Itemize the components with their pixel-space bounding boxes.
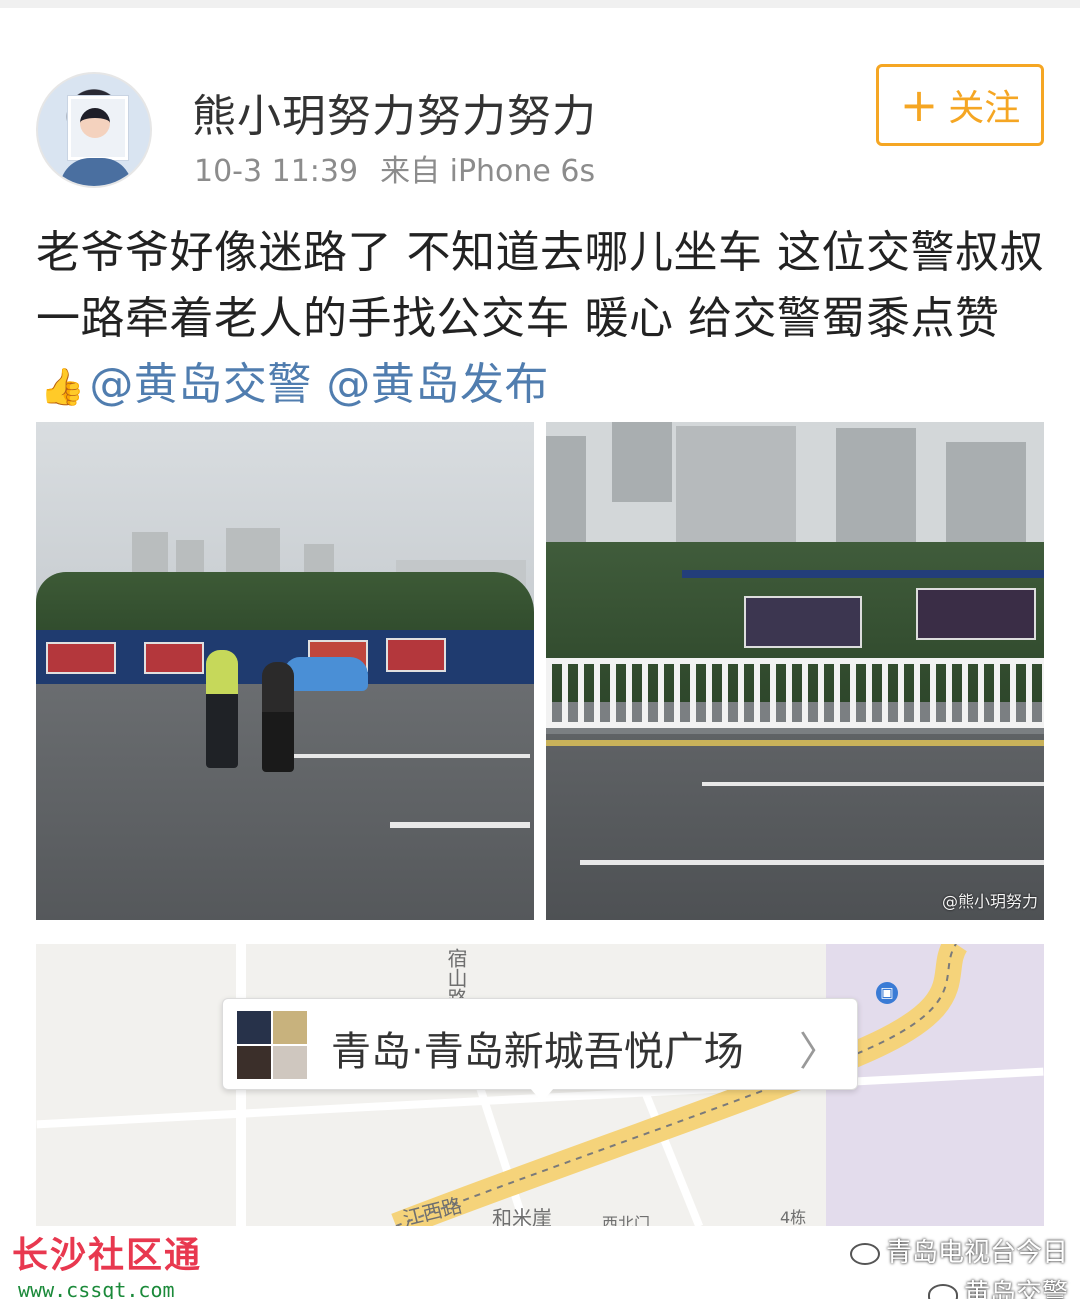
post-image-1[interactable] bbox=[36, 422, 534, 920]
post-time: 10-3 11:39 bbox=[194, 154, 359, 189]
post-meta: 10-3 11:39 来自 iPhone 6s bbox=[194, 146, 595, 190]
weibo-icon bbox=[927, 1283, 958, 1299]
watermark-weibo-text: 黄岛交警 bbox=[963, 1279, 1068, 1299]
map-label-place-1: 和米崖 bbox=[492, 1206, 552, 1226]
post-text-main: 老爷爷好像迷路了 不知道去哪儿坐车 这位交警叔叔一路牵着老人的手找公交车 暖心 … bbox=[36, 227, 1044, 344]
thumbs-up-icon: 👍 bbox=[40, 367, 86, 408]
location-card[interactable]: 青岛·青岛新城吾悦广场 〉 bbox=[222, 998, 858, 1090]
watermark-wechat-text: 青岛电视台今日 bbox=[885, 1238, 1068, 1268]
location-name: 青岛·青岛新城吾悦广场 bbox=[331, 1029, 744, 1075]
watermark-left-url: www.cssqt.com bbox=[18, 1278, 175, 1299]
post-image-2[interactable]: @熊小玥努力 bbox=[546, 422, 1044, 920]
map-label-place-2: 西北门 bbox=[602, 1214, 651, 1226]
watermark-left-title: 长沙社区通 bbox=[12, 1235, 203, 1276]
map-label-place-3: 4栋 bbox=[780, 1208, 807, 1226]
map-pin-pointer bbox=[530, 1088, 554, 1102]
follow-button[interactable]: + 关注 bbox=[876, 64, 1044, 146]
location-thumbnails bbox=[237, 1011, 307, 1079]
post-text: 老爷爷好像迷路了 不知道去哪儿坐车 这位交警叔叔一路牵着老人的手找公交车 暖心 … bbox=[36, 220, 1046, 421]
username[interactable]: 熊小玥努力努力努力 bbox=[192, 80, 597, 144]
mention-huangdao-police[interactable]: @黄岛交警 bbox=[89, 359, 312, 410]
photo-watermark: @熊小玥努力 bbox=[941, 892, 1038, 911]
wechat-icon bbox=[849, 1242, 880, 1265]
mention-huangdao-release[interactable]: @黄岛发布 bbox=[326, 359, 549, 410]
post-source: 来自 iPhone 6s bbox=[380, 154, 596, 189]
watermark-right: 青岛电视台今日 黄岛交警 bbox=[849, 1232, 1068, 1299]
plus-icon: + bbox=[899, 78, 939, 132]
avatar[interactable] bbox=[36, 72, 152, 188]
follow-label: 关注 bbox=[948, 88, 1021, 129]
watermark-left: 长沙社区通 www.cssqt.com bbox=[12, 1226, 202, 1299]
chevron-right-icon: 〉 bbox=[799, 1029, 839, 1075]
bus-stop-icon: ▣ bbox=[876, 982, 898, 1004]
